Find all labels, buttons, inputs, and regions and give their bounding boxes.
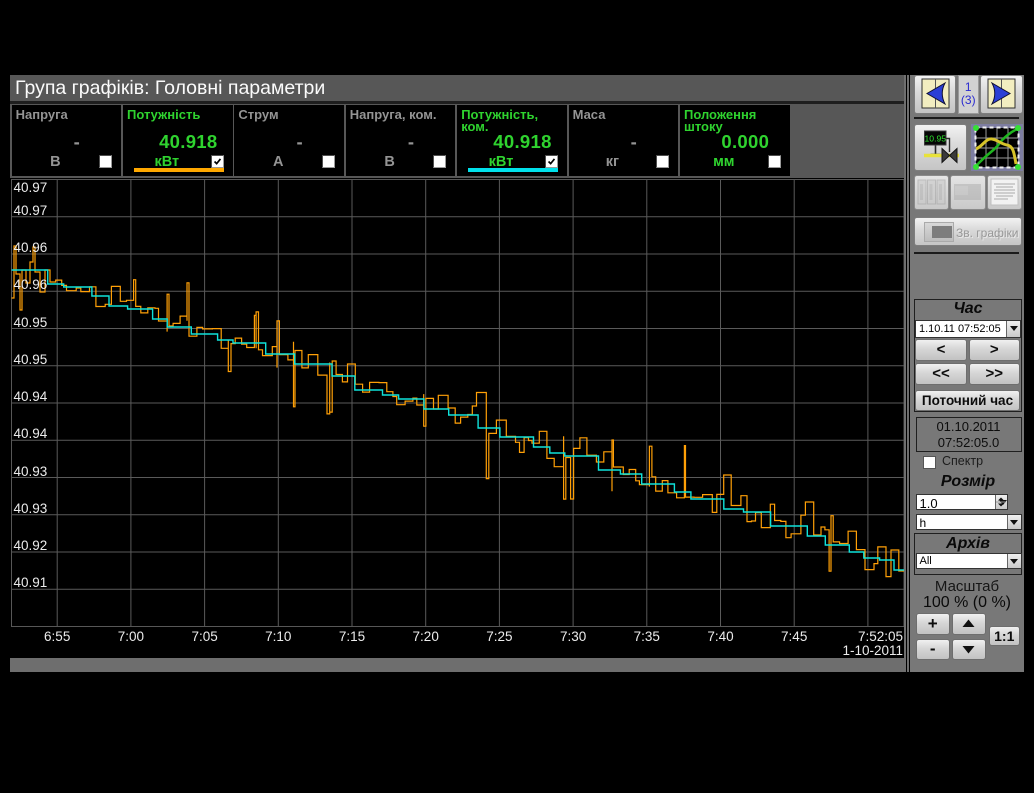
svg-text:10.95: 10.95	[925, 133, 947, 143]
